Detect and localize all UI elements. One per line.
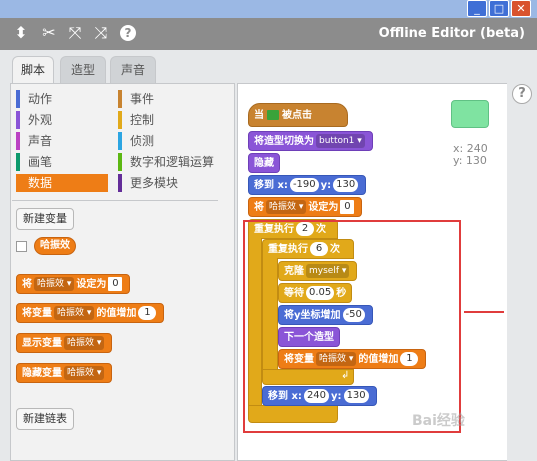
palette-divider xyxy=(12,200,218,201)
hide-block[interactable]: 隐藏 xyxy=(248,153,280,173)
category-sound[interactable]: 声音 xyxy=(16,132,112,150)
palette-hide-variable-block[interactable]: 隐藏变量 哈振效 ▾ xyxy=(16,363,113,383)
variable-reporter[interactable]: 哈振效 xyxy=(34,237,76,255)
category-sensing[interactable]: 侦测 xyxy=(118,132,228,150)
watermark: Bai经验 xyxy=(412,413,465,429)
switch-costume-block[interactable]: 将造型切换为 button1 ▾ xyxy=(248,131,373,151)
cut-scissors-icon[interactable]: ✂ xyxy=(40,24,58,42)
highlight-pointer-line xyxy=(464,311,504,313)
green-flag-icon xyxy=(267,110,279,120)
sprite-thumbnail xyxy=(451,100,489,128)
editor-title: Offline Editor (beta) xyxy=(378,26,525,41)
category-motion[interactable]: 动作 xyxy=(16,90,112,108)
palette-change-variable-block[interactable]: 将变量 哈振效 ▾ 的值增加 1 xyxy=(16,303,165,323)
category-data[interactable]: 数据 xyxy=(16,174,108,192)
goto-xy-block[interactable]: 移到 x: -190 y: 130 xyxy=(248,175,367,195)
category-operators[interactable]: 数字和逻辑运算 xyxy=(118,153,232,171)
maximize-icon[interactable]: □ xyxy=(489,0,509,17)
set-variable-block[interactable]: 将哈振效 ▾ 设定为 0 xyxy=(248,197,363,217)
scripts-scrollbar[interactable] xyxy=(507,83,537,461)
category-control[interactable]: 控制 xyxy=(118,111,228,129)
new-list-button[interactable]: 新建链表 xyxy=(16,408,74,430)
minimize-icon[interactable]: _ xyxy=(467,0,487,17)
tab-scripts[interactable]: 脚本 xyxy=(12,56,54,85)
help-circle-icon[interactable]: ? xyxy=(512,84,532,104)
shrink-icon[interactable]: ⤨ xyxy=(92,24,110,42)
palette-show-variable-block[interactable]: 显示变量 哈振效 ▾ xyxy=(16,333,113,353)
close-icon[interactable]: ✕ xyxy=(511,0,531,17)
grow-icon[interactable]: ⤧ xyxy=(66,24,84,42)
highlight-box xyxy=(243,220,461,433)
new-variable-button[interactable]: 新建变量 xyxy=(16,208,74,230)
variable-show-checkbox[interactable] xyxy=(16,241,27,252)
toolbar: ⬍ ✂ ⤧ ⤨ ? Offline Editor (beta) xyxy=(0,18,537,50)
sprite-y-readout: y: 130 xyxy=(453,154,487,167)
window-title-bar xyxy=(0,0,537,18)
category-events[interactable]: 事件 xyxy=(118,90,228,108)
when-flag-clicked-hat[interactable]: 当被点击 xyxy=(248,103,348,127)
help-icon[interactable]: ? xyxy=(120,25,136,41)
category-more-blocks[interactable]: 更多模块 xyxy=(118,174,228,192)
category-pen[interactable]: 画笔 xyxy=(16,153,112,171)
tab-costumes[interactable]: 造型 xyxy=(60,56,106,84)
category-looks[interactable]: 外观 xyxy=(16,111,112,129)
palette-set-variable-block[interactable]: 将哈振效 ▾ 设定为 0 xyxy=(16,274,131,294)
duplicate-stamp-icon[interactable]: ⬍ xyxy=(12,24,30,42)
tab-sounds[interactable]: 声音 xyxy=(110,56,156,84)
